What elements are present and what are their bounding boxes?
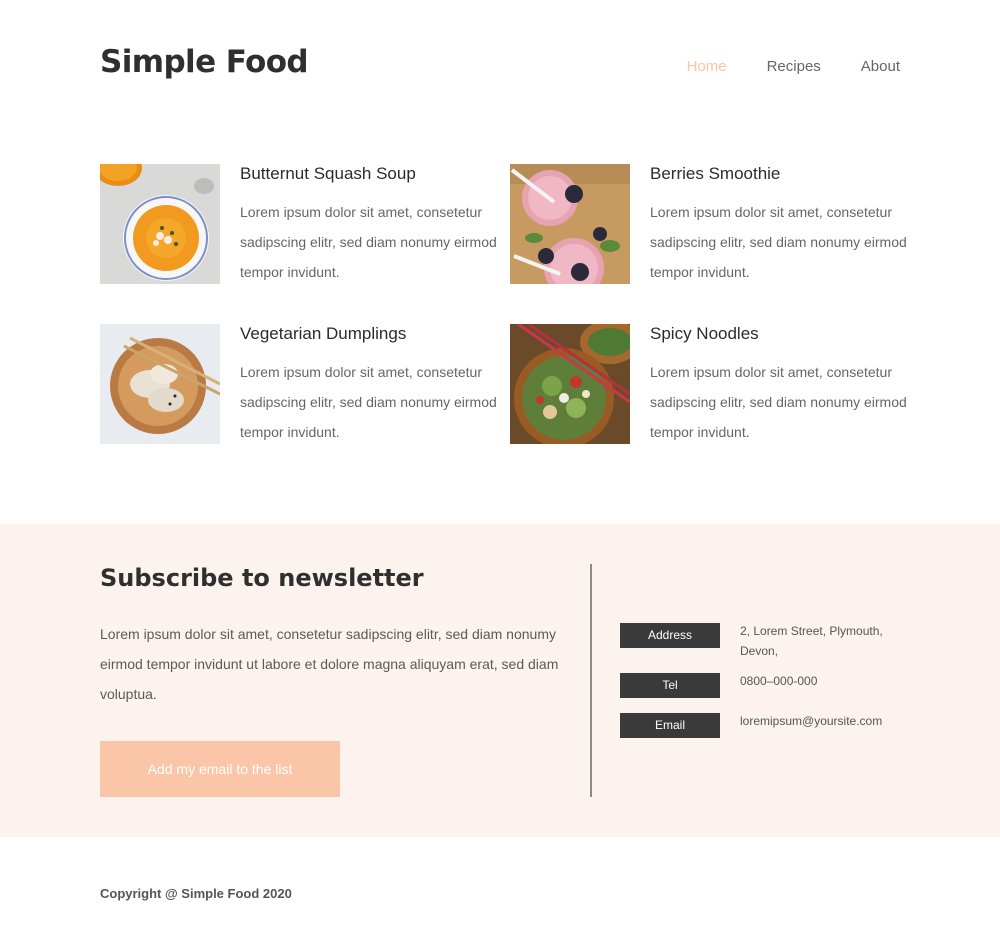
add-email-button[interactable]: Add my email to the list [100,741,340,797]
recipe-card[interactable]: Butternut Squash Soup Lorem ipsum dolor … [100,164,500,284]
newsletter-section: Subscribe to newsletter Lorem ipsum dolo… [0,524,1000,837]
nav-link-about[interactable]: About [861,58,900,75]
nav-link-recipes[interactable]: Recipes [767,58,821,75]
recipe-image-smoothie[interactable] [510,164,630,284]
tel-value[interactable]: 0800–000-000 [740,671,900,691]
address-value: 2, Lorem Street, Plymouth, Devon, [740,624,883,658]
recipe-description: Lorem ipsum dolor sit amet, consetetur s… [240,364,497,440]
recipe-image-dumplings[interactable] [100,324,220,444]
recipe-grid: Butternut Squash Soup Lorem ipsum dolor … [100,164,910,454]
newsletter-title: Subscribe to newsletter [100,564,424,592]
footer-copyright: Copyright @ Simple Food 2020 [100,886,292,901]
recipe-image-soup[interactable] [100,164,220,284]
site-logo[interactable]: Simple Food [100,44,309,80]
recipe-title[interactable]: Berries Smoothie [650,164,780,184]
address-label: Address [620,623,720,648]
email-label: Email [620,713,720,738]
recipe-card[interactable]: Berries Smoothie Lorem ipsum dolor sit a… [510,164,910,284]
email-value[interactable]: loremipsum@yoursite.com [740,711,900,731]
recipe-image-noodles[interactable] [510,324,630,444]
recipe-description: Lorem ipsum dolor sit amet, consetetur s… [240,204,497,280]
recipe-title[interactable]: Butternut Squash Soup [240,164,416,184]
section-divider [590,564,592,797]
main-nav: Home Recipes About [687,58,900,75]
site-header: Simple Food Home Recipes About [0,0,1000,130]
recipe-description: Lorem ipsum dolor sit amet, consetetur s… [650,204,907,280]
recipe-card[interactable]: Vegetarian Dumplings Lorem ipsum dolor s… [100,324,500,444]
newsletter-text: Lorem ipsum dolor sit amet, consetetur s… [100,626,559,702]
recipe-title[interactable]: Vegetarian Dumplings [240,324,406,344]
recipe-title[interactable]: Spicy Noodles [650,324,759,344]
tel-label: Tel [620,673,720,698]
nav-link-home[interactable]: Home [687,58,727,75]
recipe-card[interactable]: Spicy Noodles Lorem ipsum dolor sit amet… [510,324,910,444]
recipe-description: Lorem ipsum dolor sit amet, consetetur s… [650,364,907,440]
